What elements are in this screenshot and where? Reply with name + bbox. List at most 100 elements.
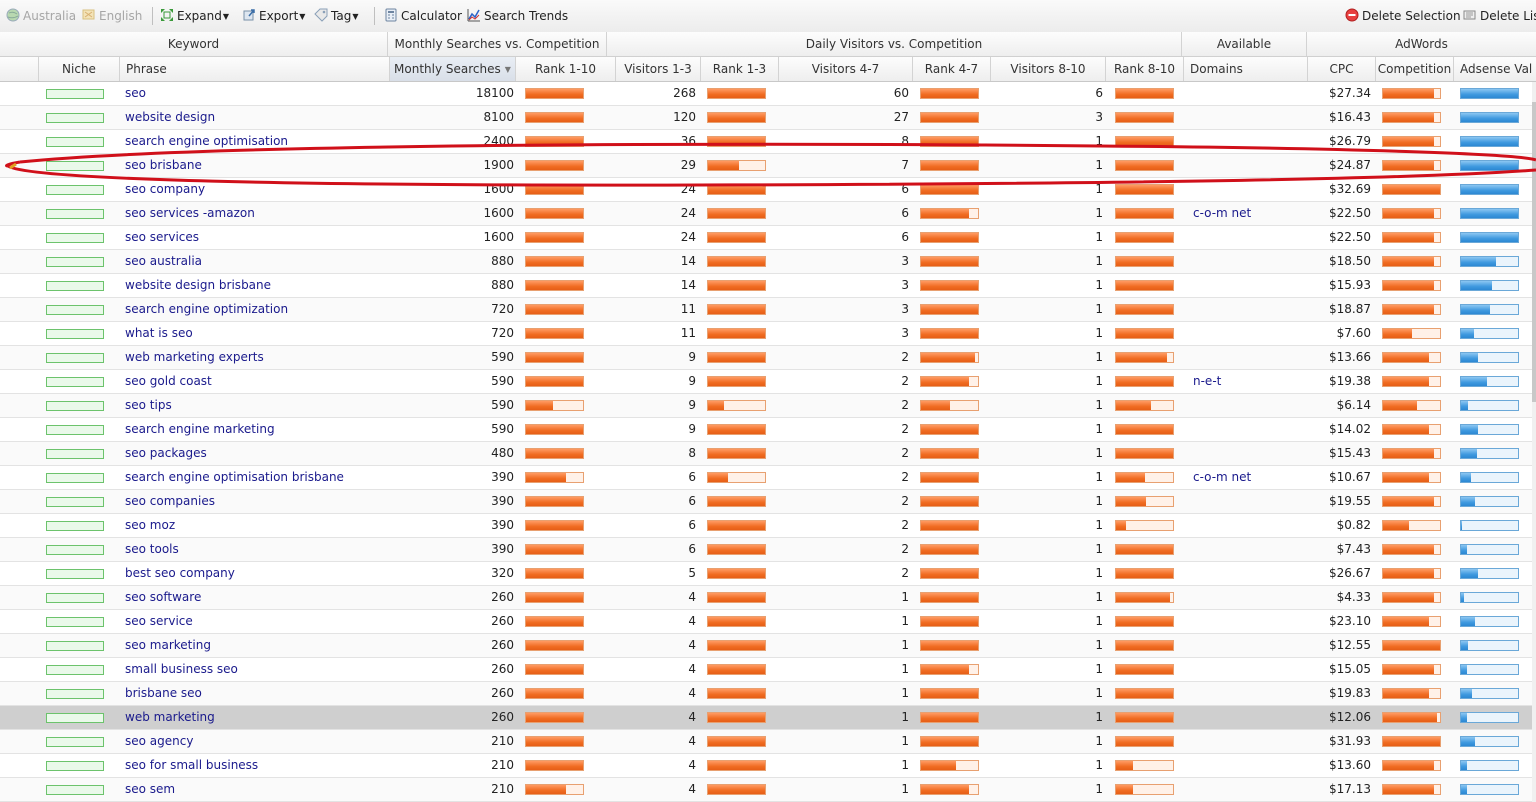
keyword-phrase-link[interactable]: search engine optimisation brisbane (125, 466, 385, 490)
available-domains[interactable] (1193, 322, 1303, 346)
keyword-phrase-link[interactable]: seo company (125, 178, 385, 202)
keyword-phrase-link[interactable]: web marketing experts (125, 346, 385, 370)
available-domains[interactable] (1193, 418, 1303, 442)
table-row[interactable]: seo australia 880 14 3 1 $18.50 (0, 250, 1532, 274)
keyword-phrase-link[interactable]: seo tools (125, 538, 385, 562)
keyword-phrase-link[interactable]: best seo company (125, 562, 385, 586)
keyword-phrase-link[interactable]: seo moz (125, 514, 385, 538)
available-domains[interactable] (1193, 538, 1303, 562)
keyword-phrase-link[interactable]: web marketing (125, 706, 385, 730)
table-row[interactable]: search engine marketing 590 9 2 1 $14.02 (0, 418, 1532, 442)
available-domains[interactable] (1193, 442, 1303, 466)
keyword-phrase-link[interactable]: seo software (125, 586, 385, 610)
col-visitors-4-7[interactable]: Visitors 4-7 (779, 57, 913, 81)
table-row[interactable]: search engine optimization 720 11 3 1 $18.87 (0, 298, 1532, 322)
table-row[interactable]: small business seo 260 4 1 1 $15.05 (0, 658, 1532, 682)
available-domains[interactable] (1193, 778, 1303, 802)
keyword-phrase-link[interactable]: small business seo (125, 658, 385, 682)
keyword-phrase-link[interactable]: brisbane seo (125, 682, 385, 706)
calculator-button[interactable]: Calculator (384, 8, 462, 24)
table-row[interactable]: seo tools 390 6 2 1 $7.43 (0, 538, 1532, 562)
available-domains[interactable] (1193, 610, 1303, 634)
available-domains[interactable] (1193, 754, 1303, 778)
col-visitors-1-3[interactable]: Visitors 1-3 (616, 57, 701, 81)
available-domains[interactable] (1193, 490, 1303, 514)
available-domains[interactable] (1193, 250, 1303, 274)
available-domains[interactable] (1193, 274, 1303, 298)
col-rank-1-10[interactable]: Rank 1-10 (516, 57, 616, 81)
col-adsense-val[interactable]: Adsense Val (1454, 57, 1536, 81)
table-row[interactable]: seo gold coast 590 9 2 1 n-e-t $19.38 (0, 370, 1532, 394)
table-row[interactable]: seo for small business 210 4 1 1 $13.60 (0, 754, 1532, 778)
tag-button[interactable]: Tag▼ (314, 8, 358, 24)
keyword-phrase-link[interactable]: seo australia (125, 250, 385, 274)
table-row[interactable]: seo company 1600 24 6 1 $32.69 (0, 178, 1532, 202)
available-domains[interactable] (1193, 658, 1303, 682)
col-phrase[interactable]: Phrase (120, 57, 390, 81)
vertical-scrollbar[interactable] (1532, 82, 1536, 802)
table-row[interactable]: seo companies 390 6 2 1 $19.55 (0, 490, 1532, 514)
keyword-phrase-link[interactable]: seo sem (125, 778, 385, 802)
table-row[interactable]: brisbane seo 260 4 1 1 $19.83 (0, 682, 1532, 706)
table-row[interactable]: web marketing experts 590 9 2 1 $13.66 (0, 346, 1532, 370)
table-row[interactable]: seo tips 590 9 2 1 $6.14 (0, 394, 1532, 418)
available-domains[interactable]: n-e-t (1193, 370, 1303, 394)
table-row[interactable]: seo services -amazon 1600 24 6 1 c-o-m net $22… (0, 202, 1532, 226)
delete-list-button[interactable]: Delete Lis (1463, 8, 1536, 24)
table-row[interactable]: seo moz 390 6 2 1 $0.82 (0, 514, 1532, 538)
available-domains[interactable]: c-o-m net (1193, 466, 1303, 490)
available-domains[interactable] (1193, 178, 1303, 202)
available-domains[interactable] (1193, 82, 1303, 106)
available-domains[interactable] (1193, 154, 1303, 178)
keyword-phrase-link[interactable]: search engine optimisation (125, 130, 385, 154)
table-row[interactable]: web marketing 260 4 1 1 $12.06 (0, 706, 1532, 730)
expand-button[interactable]: Expand▼ (160, 8, 229, 24)
available-domains[interactable] (1193, 706, 1303, 730)
col-competition[interactable]: Competition (1376, 57, 1454, 81)
scrollbar-thumb[interactable] (1532, 102, 1536, 402)
keyword-phrase-link[interactable]: seo for small business (125, 754, 385, 778)
keyword-phrase-link[interactable]: seo services (125, 226, 385, 250)
available-domains[interactable] (1193, 634, 1303, 658)
table-row[interactable]: search engine optimisation brisbane 390 6 2… (0, 466, 1532, 490)
available-domains[interactable] (1193, 682, 1303, 706)
keyword-phrase-link[interactable]: seo packages (125, 442, 385, 466)
available-domains[interactable] (1193, 298, 1303, 322)
keyword-phrase-link[interactable]: seo companies (125, 490, 385, 514)
col-monthly-searches[interactable]: Monthly Searches ▼ (390, 57, 516, 81)
keyword-phrase-link[interactable]: website design (125, 106, 385, 130)
keyword-phrase-link[interactable]: seo agency (125, 730, 385, 754)
table-row[interactable]: website design 8100 120 27 3 $16.43 (0, 106, 1532, 130)
keyword-phrase-link[interactable]: seo brisbane (125, 154, 385, 178)
table-row[interactable]: seo services 1600 24 6 1 $22.50 (0, 226, 1532, 250)
table-row[interactable]: seo service 260 4 1 1 $23.10 (0, 610, 1532, 634)
keyword-phrase-link[interactable]: seo services -amazon (125, 202, 385, 226)
col-rank-4-7[interactable]: Rank 4-7 (913, 57, 991, 81)
col-cpc[interactable]: CPC (1308, 57, 1376, 81)
keyword-phrase-link[interactable]: website design brisbane (125, 274, 385, 298)
available-domains[interactable] (1193, 394, 1303, 418)
available-domains[interactable] (1193, 514, 1303, 538)
keyword-phrase-link[interactable]: seo (125, 82, 385, 106)
col-visitors-8-10[interactable]: Visitors 8-10 (991, 57, 1106, 81)
available-domains[interactable] (1193, 346, 1303, 370)
search-trends-button[interactable]: Search Trends (467, 8, 568, 24)
keyword-phrase-link[interactable]: what is seo (125, 322, 385, 346)
table-row[interactable]: what is seo 720 11 3 1 $7.60 (0, 322, 1532, 346)
col-rank-1-3[interactable]: Rank 1-3 (701, 57, 779, 81)
delete-selection-button[interactable]: Delete Selection (1345, 8, 1461, 24)
available-domains[interactable] (1193, 130, 1303, 154)
available-domains[interactable] (1193, 562, 1303, 586)
table-row[interactable]: seo agency 210 4 1 1 $31.93 (0, 730, 1532, 754)
table-row[interactable]: seo sem 210 4 1 1 $17.13 (0, 778, 1532, 802)
keyword-phrase-link[interactable]: search engine marketing (125, 418, 385, 442)
table-row[interactable]: best seo company 320 5 2 1 $26.67 (0, 562, 1532, 586)
keyword-phrase-link[interactable]: seo service (125, 610, 385, 634)
available-domains[interactable] (1193, 730, 1303, 754)
keyword-phrase-link[interactable]: seo gold coast (125, 370, 385, 394)
col-domains[interactable]: Domains (1184, 57, 1308, 81)
keyword-phrase-link[interactable]: seo tips (125, 394, 385, 418)
col-rank-8-10[interactable]: Rank 8-10 (1106, 57, 1184, 81)
col-niche[interactable]: Niche (39, 57, 120, 81)
country-selector[interactable]: Australia (6, 8, 76, 24)
